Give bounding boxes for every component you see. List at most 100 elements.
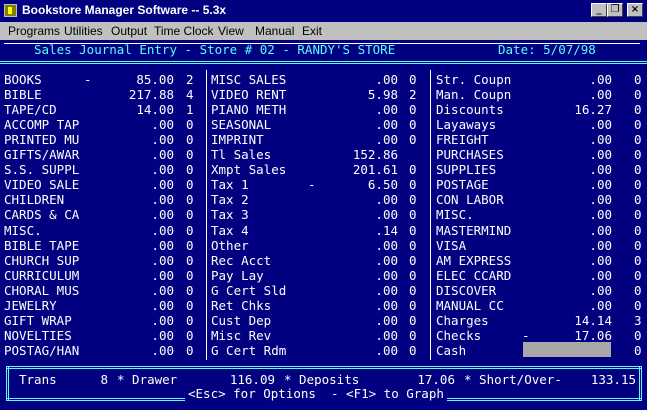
menu-utilities[interactable]: Utilities	[64, 24, 103, 38]
row-label: ELEC CCARD	[436, 268, 512, 283]
row-count: 0	[634, 117, 642, 132]
row-count: 0	[634, 72, 642, 87]
row-count: 3	[634, 313, 642, 328]
row-label: G Cert Sld	[211, 283, 287, 298]
row-amount: 16.27	[574, 102, 612, 117]
row-amount: .00	[151, 147, 174, 162]
row-label: SEASONAL	[211, 117, 272, 132]
drawer-value: 116.09	[229, 372, 275, 387]
row-label: CHILDREN	[4, 192, 65, 207]
row-amount: .00	[589, 87, 612, 102]
menu-view[interactable]: View	[218, 24, 244, 38]
row-amount: .00	[375, 132, 398, 147]
footer-right-border	[639, 366, 642, 400]
row-amount: .00	[151, 132, 174, 147]
row-count: 1	[186, 102, 194, 117]
footer-left-border	[6, 366, 9, 400]
row-amount: .00	[375, 117, 398, 132]
row-amount: .00	[375, 238, 398, 253]
row-label: Tax 3	[211, 207, 249, 222]
row-count: 0	[186, 117, 194, 132]
row-amount: .00	[375, 283, 398, 298]
row-count: 0	[409, 72, 417, 87]
row-count: 0	[409, 117, 417, 132]
row-label: Checks	[436, 328, 482, 343]
row-count: 0	[634, 147, 642, 162]
minimize-button[interactable]: _	[591, 3, 607, 17]
row-count: 0	[634, 192, 642, 207]
row-amount: .00	[589, 283, 612, 298]
row-count: 0	[186, 162, 194, 177]
menu-exit[interactable]: Exit	[302, 24, 322, 38]
trans-label: Trans	[19, 372, 57, 387]
menu-manual[interactable]: Manual	[255, 24, 294, 38]
row-amount: .00	[151, 177, 174, 192]
row-label: GIFT WRAP	[4, 313, 72, 328]
menu-output[interactable]: Output	[111, 24, 147, 38]
row-amount: 6.50	[367, 177, 398, 192]
close-button[interactable]: ×	[627, 3, 643, 17]
row-label: Cust Dep	[211, 313, 272, 328]
row-count: 0	[186, 283, 194, 298]
row-mark: -	[522, 328, 530, 343]
row-label: BIBLE	[4, 87, 42, 102]
row-label: POSTAG/HAN	[4, 343, 80, 358]
row-label: MISC.	[436, 207, 474, 222]
row-count: 0	[186, 132, 194, 147]
row-count: 0	[409, 132, 417, 147]
row-label: MISC.	[4, 223, 42, 238]
row-count: 0	[634, 283, 642, 298]
short-over-label: * Short/Over-	[464, 372, 562, 387]
row-count: 0	[409, 298, 417, 313]
row-label: Layaways	[436, 117, 497, 132]
header-divider	[0, 61, 647, 64]
row-mark: -	[308, 177, 316, 192]
row-amount: .00	[151, 238, 174, 253]
row-label: Tl Sales	[211, 147, 272, 162]
trans-value: 8	[100, 372, 108, 387]
column-divider-1	[206, 70, 207, 360]
row-amount: .00	[375, 268, 398, 283]
row-count: 0	[186, 268, 194, 283]
row-amount: .00	[151, 343, 174, 358]
row-count: 0	[634, 102, 642, 117]
row-amount: .00	[589, 147, 612, 162]
row-label: Tax 1	[211, 177, 249, 192]
row-label: Misc Rev	[211, 328, 272, 343]
row-amount: .14	[375, 223, 398, 238]
row-amount: 85.00	[136, 72, 174, 87]
row-amount: .00	[151, 313, 174, 328]
journal-date: Date: 5/07/98	[498, 42, 596, 57]
row-count: 2	[186, 72, 194, 87]
row-label: PRINTED MU	[4, 132, 80, 147]
row-count: 2	[409, 87, 417, 102]
row-label: POSTAGE	[436, 177, 489, 192]
row-count: 4	[186, 87, 194, 102]
menu-bar: Programs Utilities Output Time Clock View Man…	[0, 22, 647, 40]
title-bar: Bookstore Manager Software -- 5.3x _ ❐ ×	[0, 0, 647, 22]
row-label: JEWELRY	[4, 298, 57, 313]
row-amount: .00	[375, 253, 398, 268]
column-divider-2	[430, 70, 431, 360]
row-amount: .00	[151, 207, 174, 222]
row-label: Man. Coupn	[436, 87, 512, 102]
menu-programs[interactable]: Programs	[8, 24, 60, 38]
cash-input[interactable]	[523, 342, 611, 357]
row-label: AM EXPRESS	[436, 253, 512, 268]
row-count: 0	[186, 238, 194, 253]
row-label: MASTERMIND	[436, 223, 512, 238]
row-mark: -	[84, 72, 92, 87]
row-amount: 14.00	[136, 102, 174, 117]
menu-time-clock[interactable]: Time Clock	[154, 24, 214, 38]
row-count: 0	[409, 253, 417, 268]
row-count: 0	[186, 313, 194, 328]
short-over-value: 133.15	[590, 372, 636, 387]
maximize-button[interactable]: ❐	[607, 3, 623, 17]
row-count: 0	[634, 238, 642, 253]
row-count: 0	[634, 298, 642, 313]
row-count: 0	[186, 328, 194, 343]
row-count: 0	[186, 192, 194, 207]
row-count: 0	[409, 223, 417, 238]
row-label: BIBLE TAPE	[4, 238, 80, 253]
sales-journal-screen: Sales Journal Entry - Store # 02 - RANDY…	[0, 40, 647, 410]
